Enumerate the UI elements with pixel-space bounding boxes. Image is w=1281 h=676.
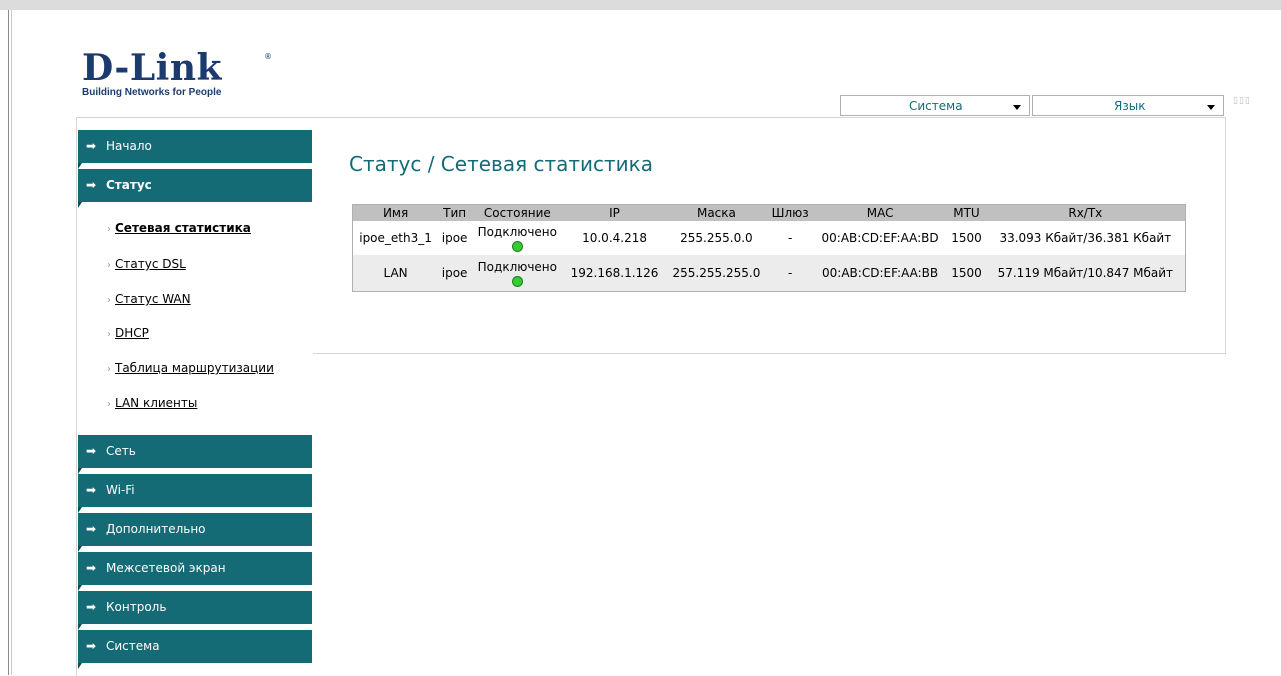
table-row: ipoe_eth3_1 ipoe Подключено 10.0.4.218 2… (352, 221, 1186, 255)
submenu-label: LAN клиенты (115, 396, 198, 410)
network-stats-table: Имя Тип Состояние IP Маска Шлюз MAC MTU … (352, 204, 1186, 292)
column-header: Состояние (471, 204, 564, 221)
arrow-right-icon: ➡ (86, 178, 97, 192)
system-dropdown[interactable]: Система (840, 95, 1030, 116)
sidebar-item-wifi[interactable]: ➡ Wi-Fi (78, 474, 312, 513)
window-left-border (8, 10, 9, 675)
connected-indicator-icon (511, 240, 523, 252)
column-header: IP (563, 204, 666, 221)
cell-mask: 255.255.255.0 (665, 255, 768, 292)
sidebar-item-label: Дополнительно (106, 522, 206, 536)
submenu-label: Статус WAN (115, 292, 191, 306)
column-header: Rx/Tx (985, 204, 1186, 221)
cell-gateway: - (767, 221, 813, 255)
submenu-dhcp[interactable]: › DHCP (107, 326, 149, 340)
column-header: MTU (947, 204, 986, 221)
arrow-right-icon: ➡ (86, 561, 97, 575)
submenu-routing-table[interactable]: › Таблица маршрутизации (107, 361, 274, 375)
table-row: LAN ipoe Подключено 192.168.1.126 255.25… (352, 255, 1186, 292)
submenu-lan-clients[interactable]: › LAN клиенты (107, 396, 197, 410)
bullet-icon: › (107, 399, 111, 410)
table-header-row: Имя Тип Состояние IP Маска Шлюз MAC MTU … (352, 204, 1186, 221)
arrow-right-icon: ➡ (86, 522, 97, 536)
submenu-wan-status[interactable]: › Статус WAN (107, 292, 191, 306)
state-label: Подключено (477, 224, 557, 239)
bullet-icon: › (107, 224, 111, 235)
cell-mtu: 1500 (947, 221, 986, 255)
sidebar-item-label: Система (106, 639, 160, 653)
logo-registered-mark: ® (264, 52, 272, 61)
submenu-label: Статус DSL (115, 257, 186, 271)
cell-rxtx: 33.093 Кбайт/36.381 Кбайт (985, 221, 1186, 255)
chevron-down-icon (1207, 105, 1215, 110)
arrow-right-icon: ➡ (86, 444, 97, 458)
connected-indicator-icon (511, 275, 523, 287)
system-dropdown-label: Система (909, 99, 963, 113)
sidebar-item-label: Wi-Fi (106, 483, 135, 497)
top-border (0, 0, 1281, 10)
status-indicator-icon: ▯▯▯ (1233, 96, 1251, 106)
submenu-label: Таблица маршрутизации (115, 361, 274, 375)
sidebar-item-label: Межсетевой экран (106, 561, 226, 575)
logo-text: D-Link (82, 47, 222, 89)
bullet-icon: › (107, 364, 111, 375)
submenu-label: Сетевая статистика (115, 221, 251, 235)
cell-name: ipoe_eth3_1 (352, 221, 439, 255)
column-header: Имя (352, 204, 439, 221)
submenu-label: DHCP (115, 326, 149, 340)
sidebar-item-network[interactable]: ➡ Сеть (78, 435, 312, 474)
cell-type: ipoe (438, 255, 472, 292)
column-header: MAC (812, 204, 948, 221)
cell-type: ipoe (438, 221, 472, 255)
arrow-right-icon: ➡ (86, 483, 97, 497)
column-header: Тип (438, 204, 472, 221)
window-left-border-inner (11, 10, 12, 675)
language-dropdown-label: Язык (1114, 99, 1146, 113)
sidebar-item-label: Статус (106, 178, 152, 192)
sidebar-item-advanced[interactable]: ➡ Дополнительно (78, 513, 312, 552)
column-header: Маска (665, 204, 768, 221)
cell-ip: 192.168.1.126 (563, 255, 666, 292)
column-header: Шлюз (767, 204, 813, 221)
arrow-right-icon: ➡ (86, 139, 97, 153)
page-title: Статус / Сетевая статистика (349, 152, 653, 176)
arrow-right-icon: ➡ (86, 639, 97, 653)
cell-rxtx: 57.119 Мбайт/10.847 Мбайт (985, 255, 1186, 292)
menu-notch (78, 663, 82, 669)
cell-state: Подключено (471, 255, 564, 292)
bullet-icon: › (107, 329, 111, 340)
cell-gateway: - (767, 255, 813, 292)
sidebar-item-firewall[interactable]: ➡ Межсетевой экран (78, 552, 312, 591)
cell-mask: 255.255.0.0 (665, 221, 768, 255)
cell-mac: 00:AB:CD:EF:AA:BB (812, 255, 948, 292)
bullet-icon: › (107, 260, 111, 271)
cell-ip: 10.0.4.218 (563, 221, 666, 255)
sidebar-item-label: Сеть (106, 444, 136, 458)
bullet-icon: › (107, 295, 111, 306)
menu-notch (78, 202, 82, 208)
sidebar-item-control[interactable]: ➡ Контроль (78, 591, 312, 630)
cell-state: Подключено (471, 221, 564, 255)
state-label: Подключено (477, 259, 557, 274)
cell-mac: 00:AB:CD:EF:AA:BD (812, 221, 948, 255)
chevron-down-icon (1013, 105, 1021, 110)
sidebar-item-label: Начало (106, 139, 152, 153)
sidebar-item-label: Контроль (106, 600, 167, 614)
logo-tagline: Building Networks for People (82, 87, 222, 98)
submenu-network-statistics[interactable]: › Сетевая статистика (107, 221, 251, 235)
sidebar-item-status[interactable]: ➡ Статус (78, 169, 312, 208)
sidebar-item-home[interactable]: ➡ Начало (78, 130, 312, 169)
language-dropdown[interactable]: Язык (1032, 95, 1224, 116)
cell-name: LAN (352, 255, 439, 292)
submenu-dsl-status[interactable]: › Статус DSL (107, 257, 186, 271)
arrow-right-icon: ➡ (86, 600, 97, 614)
cell-mtu: 1500 (947, 255, 986, 292)
sidebar-item-system[interactable]: ➡ Система (78, 630, 312, 669)
dlink-logo: D-Link ® Building Networks for People (82, 47, 272, 98)
